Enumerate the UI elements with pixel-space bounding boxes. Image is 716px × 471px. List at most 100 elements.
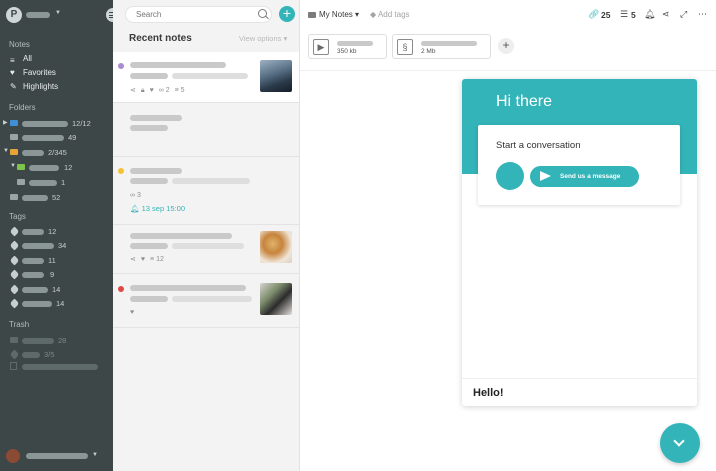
folder-icon — [10, 149, 18, 155]
user-chevron-icon[interactable]: ▼ — [92, 452, 98, 458]
trash-item-name[interactable] — [22, 364, 98, 370]
attachment-size: 2 Mb — [421, 48, 436, 55]
divider — [462, 378, 697, 379]
note-item[interactable]: ⋖ ♥ ≡ 12 — [113, 225, 299, 274]
folder-name[interactable] — [22, 121, 68, 127]
archive-file-icon: § — [397, 39, 413, 55]
folder-count: 12 — [64, 163, 73, 172]
trash-count: 3/5 — [44, 350, 55, 359]
conversation-card: Start a conversation Send us a message — [478, 125, 680, 205]
trash-heading: Trash — [9, 320, 30, 329]
tag-name[interactable] — [22, 287, 48, 293]
bell-icon: 🔔︎ — [130, 204, 140, 213]
folder-name[interactable] — [29, 165, 59, 171]
folder-icon — [10, 134, 18, 140]
folder-name[interactable] — [29, 180, 57, 186]
account-chevron-icon[interactable]: ▼ — [55, 10, 61, 16]
add-attachment-button[interactable]: + — [498, 38, 514, 54]
send-icon — [540, 171, 551, 181]
user-avatar[interactable] — [6, 449, 20, 463]
search-input[interactable] — [125, 6, 272, 23]
folder-name[interactable] — [22, 150, 44, 156]
attachment-card[interactable]: ▶ 350 kb — [308, 34, 387, 59]
note-line — [172, 296, 252, 302]
view-options-dropdown[interactable]: View options ▾ — [239, 34, 287, 43]
add-tags-button[interactable]: ◆ Add tags — [370, 10, 410, 19]
tag-name[interactable] — [22, 258, 44, 264]
breadcrumb[interactable]: My Notes ▾ — [308, 10, 359, 19]
note-line — [130, 73, 168, 79]
search-icon[interactable] — [258, 9, 267, 18]
tag-count: 11 — [48, 256, 56, 265]
share-icon: ⋖ — [130, 87, 136, 94]
tag-count: 34 — [58, 241, 67, 250]
tag-name[interactable] — [22, 272, 44, 278]
color-dot — [118, 63, 124, 69]
tags-heading: Tags — [9, 212, 26, 221]
heart-icon: ♥ — [140, 256, 146, 263]
share-icon: ⋖ — [130, 256, 136, 263]
folder-count: 1 — [61, 178, 66, 187]
note-item[interactable]: ♥ — [113, 274, 299, 328]
checklist-icon[interactable]: ☰ — [620, 9, 628, 20]
heart-icon: ♥ — [10, 68, 15, 77]
tag-icon — [9, 255, 20, 266]
tag-icon — [9, 240, 20, 251]
divider — [300, 70, 716, 71]
attachment-name — [421, 41, 477, 46]
folder-name[interactable] — [22, 195, 48, 201]
conversation-title: Start a conversation — [496, 140, 581, 151]
checklist-icon: ≡ 12 — [150, 256, 164, 263]
trash-tag-icon — [9, 349, 20, 360]
collapse-icon[interactable]: ▼ — [10, 163, 16, 169]
color-dot — [118, 286, 124, 292]
color-dot — [118, 168, 124, 174]
trash-item-name[interactable] — [22, 352, 40, 358]
note-item[interactable]: ⋖ 🔒︎ ♥ ∞ 2 ≡ 5 — [113, 52, 299, 103]
add-note-button[interactable]: + — [279, 6, 295, 22]
fullscreen-icon[interactable]: ⤢ — [680, 9, 687, 20]
attachment-card[interactable]: § 2 Mb — [392, 34, 491, 59]
note-meta: ∞ 3 — [130, 192, 146, 199]
bell-icon[interactable]: 🔔︎ — [644, 9, 655, 20]
attachment-icon[interactable]: 🔗︎ — [588, 9, 599, 20]
attachment-name — [337, 41, 373, 46]
note-line — [130, 178, 168, 184]
folder-count: 2/345 — [48, 148, 67, 157]
folder-icon — [17, 179, 25, 185]
reminder-label: 🔔︎ 13 sep 15:00 — [130, 204, 185, 213]
note-item[interactable] — [113, 104, 299, 157]
shared-folder-icon — [10, 194, 18, 200]
note-title — [130, 285, 246, 291]
tag-icon — [9, 269, 20, 280]
agent-avatar — [496, 162, 524, 190]
folder-icon — [308, 11, 316, 18]
account-avatar[interactable]: P — [6, 7, 22, 23]
collapse-icon[interactable]: ▼ — [3, 148, 9, 154]
user-name[interactable] — [26, 453, 88, 459]
tag-icon — [9, 284, 20, 295]
share-icon[interactable]: ⋖ — [662, 9, 670, 20]
tag-count: 9 — [50, 270, 55, 279]
chat-toggle-button[interactable] — [660, 423, 700, 463]
tag-icon: ◆ — [370, 10, 377, 19]
chat-title: Hi there — [496, 93, 553, 110]
tag-name[interactable] — [22, 243, 54, 249]
folder-count: 49 — [68, 133, 77, 142]
note-line — [130, 243, 168, 249]
tag-name[interactable] — [22, 301, 52, 307]
chat-message: Hello! — [473, 387, 504, 399]
folder-name[interactable] — [22, 135, 64, 141]
checklist-icon: ≡ 5 — [174, 87, 185, 94]
trash-item-name[interactable] — [22, 338, 54, 344]
folders-heading: Folders — [9, 103, 36, 112]
account-name[interactable] — [26, 12, 50, 18]
expand-icon[interactable]: ▶ — [3, 119, 8, 126]
link-icon: ∞ 2 — [158, 87, 170, 94]
link-icon: ∞ 3 — [130, 192, 141, 199]
note-title — [130, 62, 226, 68]
tag-name[interactable] — [22, 229, 44, 235]
note-item[interactable]: ∞ 3 🔔︎ 13 sep 15:00 — [113, 157, 299, 225]
note-title — [130, 233, 232, 239]
more-icon[interactable]: ⋯ — [698, 9, 707, 20]
